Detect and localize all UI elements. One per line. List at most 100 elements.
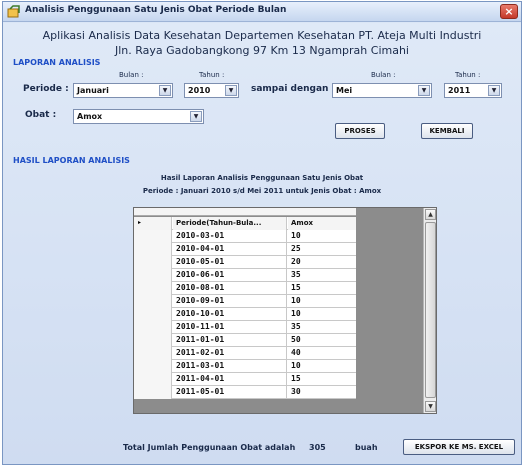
client-area: Aplikasi Analisis Data Kesehatan Departe…: [3, 23, 521, 464]
kembali-button[interactable]: KEMBALI: [421, 123, 473, 139]
obat-select[interactable]: Amox ▼: [73, 109, 204, 124]
total-unit: buah: [355, 443, 378, 452]
row-selector[interactable]: [134, 230, 172, 243]
proses-button[interactable]: PROSES: [335, 123, 385, 139]
cell-amox[interactable]: 35: [288, 321, 356, 334]
cell-periode[interactable]: 2010-11-01: [173, 321, 287, 334]
row-selector[interactable]: [134, 295, 172, 308]
row-selector[interactable]: [134, 269, 172, 282]
chevron-down-icon: ▼: [159, 85, 171, 96]
laporan-section-title: LAPORAN ANALISIS: [13, 58, 101, 67]
tahun-from-select[interactable]: 2010 ▼: [184, 83, 239, 98]
tahun-from-label: Tahun :: [199, 71, 225, 79]
cell-periode[interactable]: 2010-06-01: [173, 269, 287, 282]
cell-amox[interactable]: 10: [288, 295, 356, 308]
result-grid[interactable]: ▸ Periode(Tahun-Bula... Amox 2010-03-01 1…: [133, 207, 437, 414]
row-selector[interactable]: [134, 334, 172, 347]
table-row[interactable]: 2011-02-01 40: [134, 347, 356, 360]
column-header-amox[interactable]: Amox: [288, 217, 356, 230]
cell-amox[interactable]: 10: [288, 308, 356, 321]
scroll-up-icon[interactable]: ▲: [425, 209, 436, 220]
obat-value: Amox: [77, 112, 103, 121]
tahun-from-value: 2010: [188, 86, 211, 95]
chevron-down-icon: ▼: [418, 85, 430, 96]
title-bar[interactable]: Analisis Penggunaan Satu Jenis Obat Peri…: [3, 2, 521, 22]
window-title: Analisis Penggunaan Satu Jenis Obat Peri…: [25, 5, 287, 15]
table-row[interactable]: 2011-01-01 50: [134, 334, 356, 347]
tahun-to-select[interactable]: 2011 ▼: [444, 83, 502, 98]
table-row[interactable]: 2010-04-01 25: [134, 243, 356, 256]
cell-periode[interactable]: 2010-09-01: [173, 295, 287, 308]
table-row[interactable]: 2011-04-01 15: [134, 373, 356, 386]
tahun-to-label: Tahun :: [455, 71, 481, 79]
close-button[interactable]: ×: [500, 4, 518, 19]
row-selector[interactable]: [134, 347, 172, 360]
cell-amox[interactable]: 30: [288, 386, 356, 399]
cell-periode[interactable]: 2010-03-01: [173, 230, 287, 243]
row-indicator[interactable]: ▸: [134, 217, 172, 230]
table-row[interactable]: 2010-03-01 10: [134, 230, 356, 243]
row-selector[interactable]: [134, 386, 172, 399]
export-excel-button[interactable]: EKSPOR KE MS. EXCEL: [403, 439, 515, 455]
cell-periode[interactable]: 2011-01-01: [173, 334, 287, 347]
row-selector[interactable]: [134, 282, 172, 295]
chevron-down-icon: ▼: [190, 111, 202, 122]
table-row[interactable]: 2010-11-01 35: [134, 321, 356, 334]
cell-periode[interactable]: 2011-03-01: [173, 360, 287, 373]
cell-amox[interactable]: 10: [288, 230, 356, 243]
report-title: Hasil Laporan Analisis Penggunaan Satu J…: [160, 174, 364, 182]
table-row[interactable]: 2010-10-01 10: [134, 308, 356, 321]
cell-amox[interactable]: 40: [288, 347, 356, 360]
cell-amox[interactable]: 10: [288, 360, 356, 373]
bulan-from-value: Januari: [77, 86, 109, 95]
chevron-down-icon: ▼: [225, 85, 237, 96]
row-selector[interactable]: [134, 373, 172, 386]
obat-label: Obat :: [25, 110, 57, 120]
bulan-from-label: Bulan :: [119, 71, 144, 79]
cell-periode[interactable]: 2010-04-01: [173, 243, 287, 256]
cell-periode[interactable]: 2010-08-01: [173, 282, 287, 295]
table-row[interactable]: 2011-03-01 10: [134, 360, 356, 373]
table-row[interactable]: 2010-05-01 20: [134, 256, 356, 269]
cell-amox[interactable]: 20: [288, 256, 356, 269]
periode-label: Periode :: [23, 84, 69, 94]
app-address: Jln. Raya Gadobangkong 97 Km 13 Ngamprah…: [115, 44, 409, 57]
table-row[interactable]: 2010-08-01 15: [134, 282, 356, 295]
report-subtitle: Periode : Januari 2010 s/d Mei 2011 untu…: [142, 187, 382, 195]
bulan-to-select[interactable]: Mei ▼: [332, 83, 432, 98]
row-selector[interactable]: [134, 308, 172, 321]
cell-amox[interactable]: 25: [288, 243, 356, 256]
table-row[interactable]: 2011-05-01 30: [134, 386, 356, 399]
tahun-to-value: 2011: [448, 86, 471, 95]
cell-periode[interactable]: 2011-04-01: [173, 373, 287, 386]
bulan-to-value: Mei: [336, 86, 353, 95]
row-selector[interactable]: [134, 321, 172, 334]
cell-amox[interactable]: 50: [288, 334, 356, 347]
app-window: Analisis Penggunaan Satu Jenis Obat Peri…: [2, 1, 522, 465]
grid-scrollbar[interactable]: ▲ ▼: [423, 208, 436, 413]
cell-periode[interactable]: 2011-02-01: [173, 347, 287, 360]
cell-periode[interactable]: 2010-05-01: [173, 256, 287, 269]
chevron-down-icon: ▼: [488, 85, 500, 96]
app-heading: Aplikasi Analisis Data Kesehatan Departe…: [42, 29, 482, 42]
sampai-dengan-label: sampai dengan: [251, 84, 329, 94]
total-label: Total Jumlah Penggunaan Obat adalah: [123, 443, 296, 452]
row-selector[interactable]: [134, 256, 172, 269]
cell-amox[interactable]: 15: [288, 282, 356, 295]
app-icon: [7, 5, 20, 18]
scroll-down-icon[interactable]: ▼: [425, 401, 436, 412]
scroll-thumb[interactable]: [425, 222, 436, 398]
table-row[interactable]: 2010-06-01 35: [134, 269, 356, 282]
row-selector[interactable]: [134, 243, 172, 256]
column-header-periode[interactable]: Periode(Tahun-Bula...: [173, 217, 287, 230]
table-row[interactable]: 2010-09-01 10: [134, 295, 356, 308]
grid-rows: ▸ Periode(Tahun-Bula... Amox 2010-03-01 1…: [134, 217, 356, 399]
cell-amox[interactable]: 35: [288, 269, 356, 282]
cell-periode[interactable]: 2010-10-01: [173, 308, 287, 321]
hasil-section-title: HASIL LAPORAN ANALISIS: [13, 156, 130, 165]
cell-amox[interactable]: 15: [288, 373, 356, 386]
row-selector[interactable]: [134, 360, 172, 373]
grid-top-header: [134, 208, 356, 216]
bulan-from-select[interactable]: Januari ▼: [73, 83, 173, 98]
cell-periode[interactable]: 2011-05-01: [173, 386, 287, 399]
